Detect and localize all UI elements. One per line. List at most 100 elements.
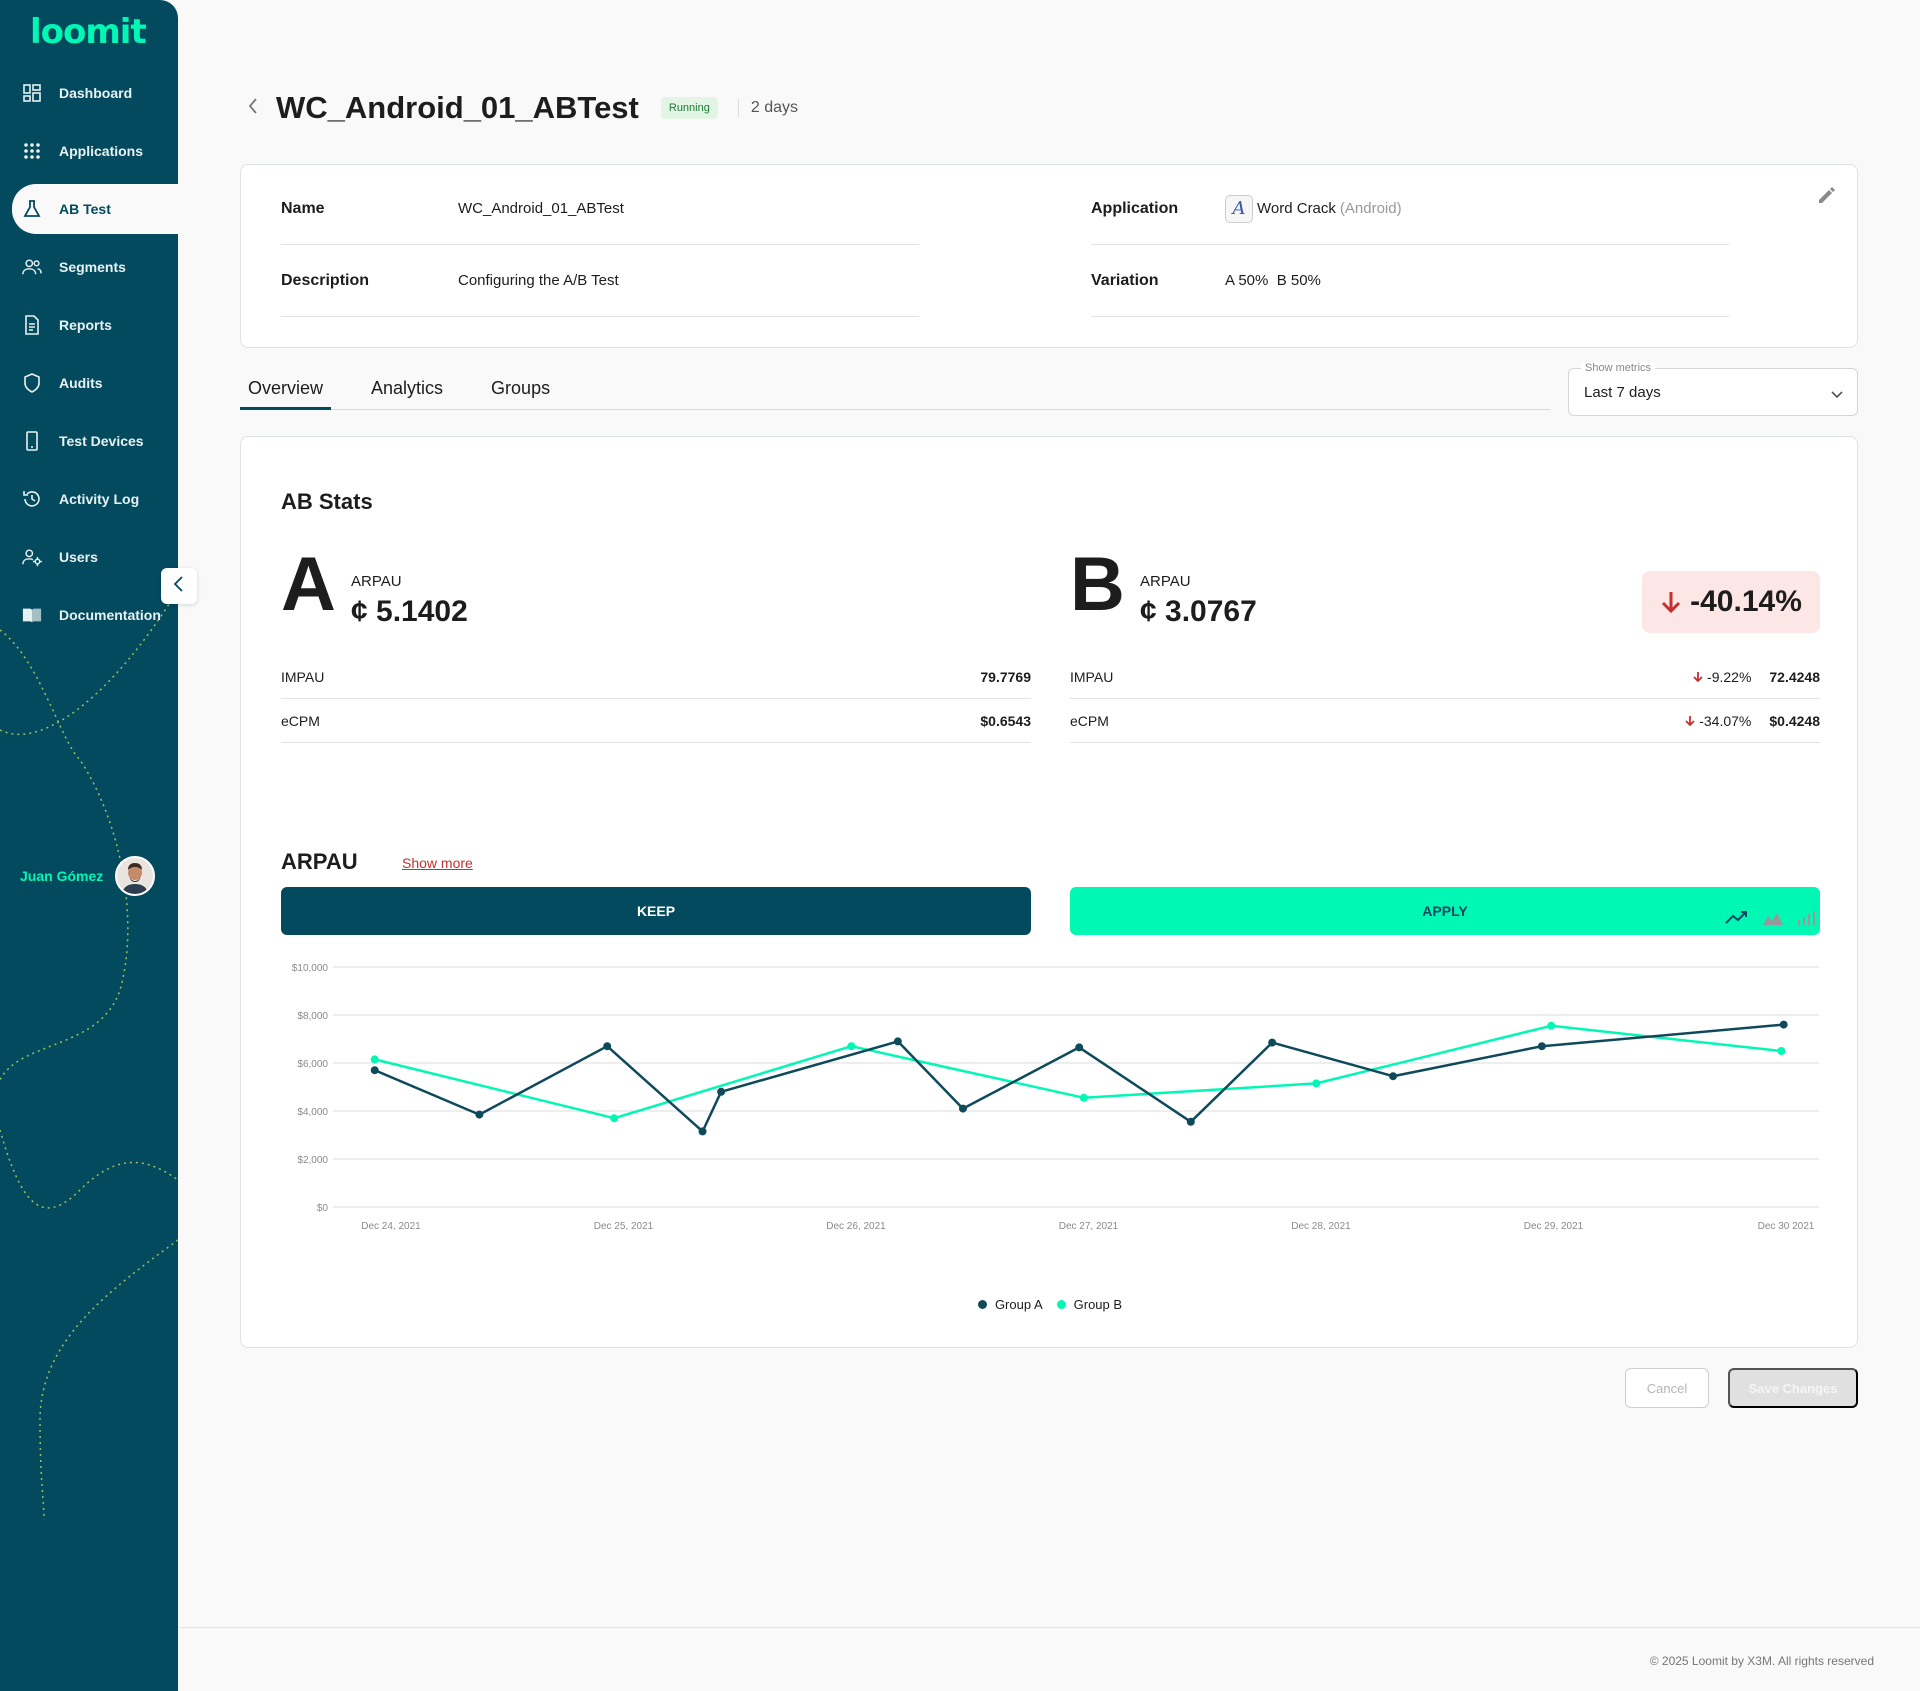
book-icon (22, 605, 42, 625)
save-changes-button[interactable]: Save Changes (1728, 1368, 1858, 1408)
select-value: Last 7 days (1584, 384, 1661, 401)
data-point-group-b (1547, 1021, 1556, 1030)
dashboard-icon (22, 83, 42, 103)
user-profile[interactable]: Juan Gómez (20, 856, 156, 896)
sidebar-item-documentation[interactable]: Documentation (0, 586, 178, 644)
sidebar-item-test-devices[interactable]: Test Devices (0, 412, 178, 470)
arpau-delta-badge: -40.14% (1642, 571, 1820, 633)
y-tick-label: $2,000 (297, 1155, 328, 1166)
legend-label: Group B (1073, 1297, 1123, 1312)
bar-chart-icon[interactable] (1797, 911, 1817, 925)
select-label: Show metrics (1581, 362, 1656, 374)
metric-row: IMPAU -9.22% 72.4248 (1070, 655, 1820, 699)
chart-legend: Group A Group B (241, 1297, 1859, 1312)
info-label: Application (1091, 199, 1179, 217)
loomit-logo[interactable]: loomit (30, 12, 147, 52)
sidebar-item-users[interactable]: Users (0, 528, 178, 586)
sidebar-item-activity-log[interactable]: Activity Log (0, 470, 178, 528)
show-metrics-select[interactable]: Show metrics Last 7 days (1568, 362, 1858, 416)
info-value: WC_Android_01_ABTest (458, 200, 624, 217)
arpau-label: ARPAU (1140, 573, 1191, 590)
series-line-group-a (374, 1023, 1784, 1133)
test-duration: 2 days (737, 99, 798, 117)
x-tick-label: Dec 27, 2021 (1059, 1221, 1119, 1232)
data-point-group-a (1779, 1020, 1788, 1029)
sidebar-item-segments[interactable]: Segments (0, 238, 178, 296)
sidebar-item-label: Documentation (59, 607, 161, 623)
application-platform: (Android) (1339, 200, 1402, 217)
metric-delta-value: -9.22% (1707, 668, 1752, 685)
y-tick-label: $4,000 (297, 1107, 328, 1118)
cancel-button[interactable]: Cancel (1625, 1368, 1709, 1408)
back-arrow-icon[interactable] (248, 97, 258, 119)
test-info-card: Name WC_Android_01_ABTest Description Co… (240, 164, 1858, 348)
sidebar-item-ab-test[interactable]: AB Test (12, 184, 178, 234)
x-tick-label: Dec 30 2021 (1758, 1221, 1815, 1232)
sidebar-item-label: Users (59, 549, 98, 565)
chevron-down-icon (1831, 386, 1843, 404)
y-tick-label: $6,000 (297, 1059, 328, 1070)
x-tick-label: Dec 28, 2021 (1291, 1221, 1351, 1232)
flask-icon (22, 199, 42, 219)
document-icon (22, 315, 42, 335)
legend-item-group-a[interactable]: Group A (977, 1297, 1043, 1312)
x-tick-label: Dec 25, 2021 (594, 1221, 654, 1232)
info-row-name: Name WC_Android_01_ABTest (281, 173, 919, 245)
copyright-text: © 2025 Loomit by X3M. All rights reserve… (1649, 1654, 1874, 1668)
tab-groups[interactable]: Groups (483, 370, 558, 409)
arpau-delta: -40.14% (1690, 585, 1802, 618)
data-point-group-a (698, 1127, 707, 1136)
data-point-group-a (1537, 1042, 1546, 1051)
user-settings-icon (22, 547, 42, 567)
legend-item-group-b[interactable]: Group B (1056, 1297, 1123, 1312)
arpau-value: ¢ 3.0767 (1140, 595, 1257, 628)
word-crack-app-icon: A (1225, 194, 1253, 223)
metric-row: eCPM $0.6543 (281, 699, 1031, 743)
group-letter: A (281, 542, 336, 627)
sidebar-item-label: Reports (59, 317, 112, 333)
sidebar-item-audits[interactable]: Audits (0, 354, 178, 412)
data-point-group-a (603, 1042, 612, 1051)
info-label: Variation (1091, 271, 1159, 289)
legend-label: Group A (994, 1297, 1043, 1312)
data-point-group-a (1186, 1117, 1195, 1126)
sidebar-item-label: Segments (59, 259, 126, 275)
apply-button[interactable]: APPLY (1070, 887, 1820, 935)
group-letter: B (1070, 542, 1125, 627)
metric-row: eCPM -34.07% $0.4248 (1070, 699, 1820, 743)
show-more-link[interactable]: Show more (402, 855, 473, 871)
sidebar-collapse-button[interactable] (161, 568, 197, 604)
application-name: Word Crack (1257, 200, 1336, 217)
info-row-description: Description Configuring the A/B Test (281, 245, 919, 317)
y-tick-label: $8,000 (297, 1011, 328, 1022)
arpau-label: ARPAU (351, 573, 402, 590)
y-tick-label: $10,000 (292, 963, 329, 974)
metric-delta-value: -34.07% (1699, 712, 1752, 729)
sidebar-item-reports[interactable]: Reports (0, 296, 178, 354)
metric-value: $0.6543 (980, 712, 1031, 729)
area-chart-icon[interactable] (1763, 911, 1783, 925)
info-row-application: Application A Word Crack (Android) (1091, 173, 1729, 245)
tab-overview[interactable]: Overview (240, 370, 332, 410)
keep-button[interactable]: KEEP (281, 887, 1031, 935)
x-tick-label: Dec 29, 2021 (1524, 1221, 1584, 1232)
line-chart-icon[interactable] (1725, 911, 1749, 925)
shield-icon (22, 373, 42, 393)
main-content: WC_Android_01_ABTest Running 2 days Name… (178, 0, 1920, 1691)
arrow-down-icon (1693, 671, 1703, 683)
data-point-group-a (893, 1037, 902, 1046)
section-title: AB Stats (281, 489, 373, 514)
sidebar-item-label: Audits (59, 375, 103, 391)
edit-pencil-icon[interactable] (1817, 185, 1837, 210)
tab-analytics[interactable]: Analytics (363, 370, 451, 409)
history-icon (22, 489, 42, 509)
ab-stats-card: AB Stats A ARPAU ¢ 5.1402 IMPAU 79.7769 … (240, 436, 1858, 1348)
metric-label: IMPAU (281, 668, 325, 685)
sidebar-item-applications[interactable]: Applications (0, 122, 178, 180)
avatar[interactable] (115, 856, 156, 896)
footer: © 2025 Loomit by X3M. All rights reserve… (178, 1627, 1920, 1691)
sidebar-item-dashboard[interactable]: Dashboard (0, 64, 178, 122)
data-point-group-b (1312, 1079, 1321, 1088)
y-tick-label: $0 (317, 1203, 329, 1214)
data-point-group-a (1075, 1043, 1084, 1052)
